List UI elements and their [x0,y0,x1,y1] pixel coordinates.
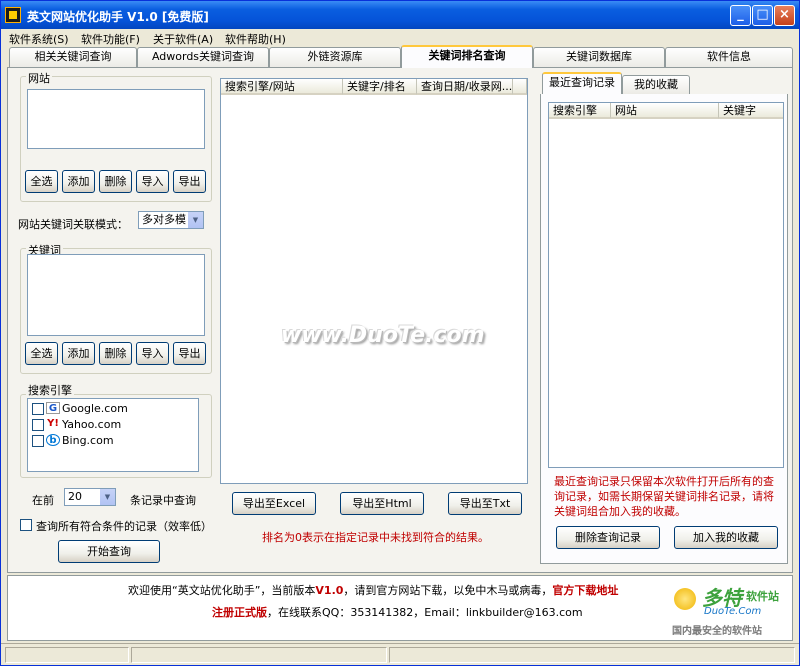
column-filler [513,79,527,95]
app-icon [5,7,21,23]
mascot-icon [674,588,696,610]
chevron-down-icon: ▼ [187,212,203,228]
title-bar[interactable]: 英文网站优化助手 V1.0 [免费版] _ □ × [1,1,799,29]
contact-line: 注册正式版，在线联系QQ：353141382，Email：linkbuilder… [212,604,583,620]
keyword-select-all-button[interactable]: 全选 [25,342,58,365]
site-group-label: 网站 [26,70,52,86]
logo-url: DuoTe.Com [704,606,762,617]
results-table[interactable]: 搜索引擎/网站 关键字/排名 查询日期/收录网... www.DuoTe.com [220,78,528,484]
count-select[interactable]: 20 ▼ [64,488,116,506]
menu-system[interactable]: 软件系统(S) [9,31,69,47]
start-query-button[interactable]: 开始查询 [58,540,160,563]
engine-google-label: Google.com [62,402,128,415]
info-panel: 欢迎使用“英文站优化助手”，当前版本V1.0，请到官方网站下载，以免中木马或病毒… [7,575,793,641]
app-window: 英文网站优化助手 V1.0 [免费版] _ □ × 软件系统(S) 软件功能(F… [0,0,800,666]
yahoo-checkbox[interactable] [32,419,44,431]
export-txt-button[interactable]: 导出至Txt [448,492,522,515]
count-prefix-label: 在前 [32,494,54,507]
keyword-add-button[interactable]: 添加 [62,342,95,365]
status-pane-1 [5,647,129,663]
site-add-button[interactable]: 添加 [62,170,95,193]
contact-text: ，在线联系QQ：353141382，Email：linkbuilder@163.… [267,606,583,619]
site-import-button[interactable]: 导入 [136,170,169,193]
column-search-engine[interactable]: 搜索引擎 [549,103,611,119]
tab-adwords[interactable]: Adwords关键词查询 [137,47,269,67]
official-download-link[interactable]: 官方下载地址 [552,584,618,597]
mode-label: 网站关键词关联模式： [18,218,128,231]
tab-my-favorites[interactable]: 我的收藏 [622,75,690,94]
close-button[interactable]: × [774,5,795,26]
watermark: www.DuoTe.com [281,323,485,348]
status-pane-2 [131,647,387,663]
engine-bing-label: Bing.com [62,434,114,447]
keyword-import-button[interactable]: 导入 [136,342,169,365]
column-website[interactable]: 网站 [611,103,719,119]
window-title: 英文网站优化助手 V1.0 [免费版] [27,10,209,24]
recent-query-note: 最近查询记录只保留本次软件打开后所有的查询记录，如需长期保留关键词排名记录，请将… [554,475,774,518]
engine-list[interactable]: G Google.com Y! Yahoo.com b Bing.com [27,398,199,472]
download-hint: ，请到官方网站下载，以免中木马或病毒， [343,584,553,597]
yahoo-icon: Y! [47,418,59,429]
google-checkbox[interactable] [32,403,44,415]
column-keyword[interactable]: 关键字 [719,103,783,119]
welcome-line: 欢迎使用“英文站优化助手”，当前版本V1.0，请到官方网站下载，以免中木马或病毒… [128,582,618,598]
google-icon: G [46,402,60,414]
minimize-button[interactable]: _ [730,5,751,26]
count-suffix-label: 条记录中查询 [130,494,196,507]
site-select-all-button[interactable]: 全选 [25,170,58,193]
bing-checkbox[interactable] [32,435,44,447]
logo-subtext: 软件站 [746,590,779,603]
engine-yahoo-label: Yahoo.com [62,418,122,431]
logo-slogan: 国内最安全的软件站 [672,626,762,637]
menu-about[interactable]: 关于软件(A) [153,31,213,47]
delete-records-button[interactable]: 删除查询记录 [556,526,660,549]
site-export-button[interactable]: 导出 [173,170,206,193]
keyword-export-button[interactable]: 导出 [173,342,206,365]
column-keyword-rank[interactable]: 关键字/排名 [343,79,417,95]
menu-bar: 软件系统(S) 软件功能(F) 关于软件(A) 软件帮助(H) [1,29,799,47]
tab-page: 网站 全选 添加 删除 导入 导出 网站关键词关联模式： 多对多模 ▼ 关键词 全… [7,67,793,573]
site-list[interactable] [27,89,205,149]
version-text: V1.0 [315,584,344,597]
bing-icon: b [46,434,60,446]
export-html-button[interactable]: 导出至Html [340,492,424,515]
duote-logo: 多特 软件站 DuoTe.Com 国内最安全的软件站 [668,578,790,638]
tab-backlinks[interactable]: 外链资源库 [269,47,401,67]
keyword-list[interactable] [27,254,205,336]
tab-keyword-database[interactable]: 关键词数据库 [533,47,665,67]
tab-software-info[interactable]: 软件信息 [665,47,793,67]
status-bar [1,643,799,665]
add-favorite-button[interactable]: 加入我的收藏 [674,526,778,549]
status-pane-3 [389,647,795,663]
count-value: 20 [68,490,82,503]
query-all-checkbox[interactable] [20,519,32,531]
column-engine-site[interactable]: 搜索引擎/网站 [221,79,343,95]
keyword-delete-button[interactable]: 删除 [99,342,132,365]
export-excel-button[interactable]: 导出至Excel [232,492,316,515]
mode-value: 多对多模 [142,213,186,226]
column-query-date[interactable]: 查询日期/收录网... [417,79,513,95]
register-link[interactable]: 注册正式版 [212,606,267,619]
tab-keyword-ranking[interactable]: 关键词排名查询 [401,45,533,68]
maximize-button[interactable]: □ [752,5,773,26]
tab-recent-queries[interactable]: 最近查询记录 [542,72,622,94]
menu-help[interactable]: 软件帮助(H) [225,31,286,47]
rank-zero-note: 排名为0表示在指定记录中未找到符合的结果。 [262,531,489,544]
engine-group-label: 搜索引擎 [26,382,74,398]
tab-related-keywords[interactable]: 相关关键词查询 [9,47,137,67]
site-delete-button[interactable]: 删除 [99,170,132,193]
menu-features[interactable]: 软件功能(F) [81,31,140,47]
chevron-down-icon: ▼ [99,489,115,505]
query-all-label: 查询所有符合条件的记录（效率低） [36,520,212,533]
mode-select[interactable]: 多对多模 ▼ [138,211,204,229]
recent-query-table[interactable]: 搜索引擎 网站 关键字 [548,102,784,468]
welcome-text: 欢迎使用“英文站优化助手”，当前版本 [128,584,316,597]
